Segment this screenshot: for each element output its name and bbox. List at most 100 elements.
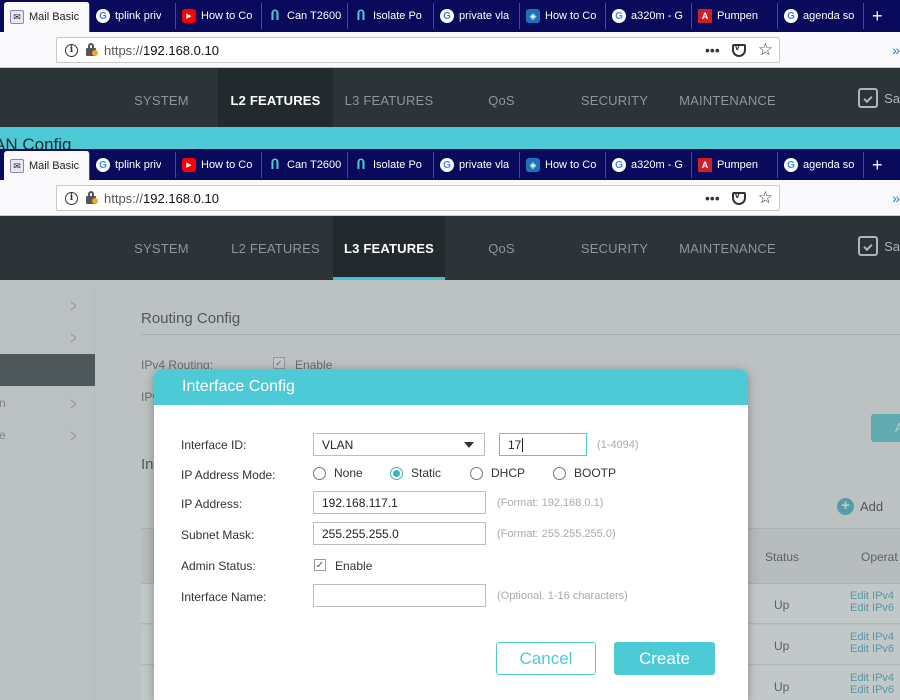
url-text: https://192.168.0.10 xyxy=(104,190,219,206)
star-icon[interactable]: ☆ xyxy=(758,188,773,208)
new-tab-icon[interactable]: + xyxy=(872,155,883,176)
more-actions-icon[interactable]: ••• xyxy=(705,42,720,58)
browser-tab[interactable]: Gagenda so xyxy=(778,3,864,29)
interface-name-input[interactable] xyxy=(313,584,486,607)
browser-tab[interactable]: Ⴖ Isolate Po xyxy=(348,3,434,29)
app-top-menu: SYSTEM L2 FEATURES L3 FEATURES QoS SECUR… xyxy=(0,216,900,280)
browser-nav-bar: i https://192.168.0.10 ••• ☆ » xyxy=(0,32,900,68)
menu-l2-features[interactable]: L2 FEATURES xyxy=(218,216,333,280)
cancel-button[interactable]: Cancel xyxy=(496,642,596,675)
dropdown-arrow-icon xyxy=(464,442,474,448)
a-icon: A xyxy=(698,9,712,23)
interface-id-label: Interface ID: xyxy=(181,438,247,452)
browser-tab[interactable]: Ga320m - G xyxy=(606,152,692,178)
subnet-mask-input[interactable]: 255.255.255.0 xyxy=(313,522,486,545)
ip-mode-dhcp[interactable]: DHCP xyxy=(470,466,553,480)
ip-mode-static[interactable]: Static xyxy=(390,466,470,480)
menu-security[interactable]: SECURITY xyxy=(558,68,671,132)
menu-qos[interactable]: QoS xyxy=(445,216,558,280)
pocket-icon[interactable] xyxy=(731,42,746,57)
menu-qos[interactable]: QoS xyxy=(445,68,558,132)
overflow-arrow-icon[interactable]: » xyxy=(892,190,900,206)
browser-tab[interactable]: Ⴖ Can T2600 xyxy=(262,152,348,178)
google-icon: G xyxy=(612,158,626,172)
interface-id-hint: (1-4094) xyxy=(597,439,639,451)
interface-id-input[interactable]: 17 xyxy=(499,433,587,456)
menu-l3-features[interactable]: L3 FEATURES xyxy=(333,216,445,280)
ip-mode-radio-group: None Static DHCP BOOTP xyxy=(313,466,616,480)
radio-dhcp[interactable] xyxy=(470,466,483,480)
menu-security[interactable]: SECURITY xyxy=(558,216,671,280)
menu-system[interactable]: SYSTEM xyxy=(105,68,218,132)
browser-tab[interactable]: Gtplink priv xyxy=(90,152,176,178)
interface-name-label: Interface Name: xyxy=(181,590,267,604)
google-icon: G xyxy=(96,158,110,172)
radio-bootp[interactable] xyxy=(553,466,566,480)
browser-tab[interactable]: ▶ How to Co xyxy=(176,152,262,178)
browser-tab[interactable]: ◈ How to Co xyxy=(520,152,606,178)
new-tab-icon[interactable]: + xyxy=(872,6,883,27)
browser-tab[interactable]: A Pumpen xyxy=(692,152,778,178)
interface-type-select[interactable]: VLAN xyxy=(313,433,485,456)
menu-l2-features[interactable]: L2 FEATURES xyxy=(218,68,333,132)
browser-tab[interactable]: ▶ How to Co xyxy=(176,3,262,29)
youtube-icon: ▶ xyxy=(182,9,196,23)
google-icon: G xyxy=(96,9,110,23)
url-bar[interactable]: i https://192.168.0.10 ••• ☆ xyxy=(56,37,780,63)
save-button[interactable]: Sa xyxy=(858,236,900,256)
ip-mode-none[interactable]: None xyxy=(313,466,390,480)
ip-address-label: IP Address: xyxy=(181,497,243,511)
radio-static[interactable] xyxy=(390,466,403,480)
shield-icon: ◈ xyxy=(526,9,540,23)
save-button[interactable]: Sa xyxy=(858,88,900,108)
browser-tab[interactable]: ◈ How to Co xyxy=(520,3,606,29)
lock-warning-icon[interactable] xyxy=(84,191,98,205)
admin-status-label: Admin Status: xyxy=(181,559,256,573)
menu-system[interactable]: SYSTEM xyxy=(105,216,218,280)
mail-icon: ✉ xyxy=(10,159,24,173)
info-icon[interactable]: i xyxy=(65,43,78,57)
google-icon: G xyxy=(440,9,454,23)
browser-tab[interactable]: ✉ Mail Basic xyxy=(4,2,90,32)
browser-nav-bar: i https://192.168.0.10 ••• ☆ » xyxy=(0,180,900,216)
pocket-icon[interactable] xyxy=(731,190,746,205)
google-icon: G xyxy=(784,9,798,23)
dialog-title: Interface Config xyxy=(154,369,748,405)
interface-config-dialog: Interface Config Interface ID: VLAN 17 (… xyxy=(154,369,748,700)
url-bar[interactable]: i https://192.168.0.10 ••• ☆ xyxy=(56,185,780,211)
youtube-icon: ▶ xyxy=(182,158,196,172)
browser-tab[interactable]: Gprivate vla xyxy=(434,3,520,29)
browser-tab-strip: ✉ Mail Basic Gtplink priv ▶ How to Co Ⴖ Can… xyxy=(0,0,900,32)
overflow-arrow-icon[interactable]: » xyxy=(892,42,900,58)
ip-address-hint: (Format: 192.168.0.1) xyxy=(497,497,604,509)
admin-enable-label: Enable xyxy=(335,559,373,573)
ip-address-input[interactable]: 192.168.117.1 xyxy=(313,491,486,514)
star-icon[interactable]: ☆ xyxy=(758,40,773,60)
ip-mode-bootp[interactable]: BOOTP xyxy=(553,466,616,480)
browser-tab[interactable]: Gtplink priv xyxy=(90,3,176,29)
url-text: https://192.168.0.10 xyxy=(104,42,219,58)
create-button[interactable]: Create xyxy=(614,642,715,675)
browser-tab[interactable]: Ga320m - G xyxy=(606,3,692,29)
lock-warning-icon[interactable] xyxy=(84,43,98,57)
browser-tab[interactable]: Ⴖ Isolate Po xyxy=(348,152,434,178)
browser-tab[interactable]: Gagenda so xyxy=(778,152,864,178)
browser-tab[interactable]: A Pumpen xyxy=(692,3,778,29)
a-icon: A xyxy=(698,158,712,172)
google-icon: G xyxy=(440,158,454,172)
browser-tab-strip: ✉ Mail Basic Gtplink priv ▶ How to Co Ⴖ Can… xyxy=(0,149,900,181)
browser-tab[interactable]: Gprivate vla xyxy=(434,152,520,178)
menu-maintenance[interactable]: MAINTENANCE xyxy=(671,216,784,280)
google-icon: G xyxy=(784,158,798,172)
browser-tab[interactable]: Ⴖ Can T2600 xyxy=(262,3,348,29)
menu-l3-features[interactable]: L3 FEATURES xyxy=(333,68,445,132)
info-icon[interactable]: i xyxy=(65,191,78,205)
radio-none[interactable] xyxy=(313,466,326,480)
shield-icon: ◈ xyxy=(526,158,540,172)
save-icon xyxy=(858,236,879,256)
browser-tab[interactable]: ✉ Mail Basic xyxy=(4,151,90,181)
menu-maintenance[interactable]: MAINTENANCE xyxy=(671,68,784,132)
more-actions-icon[interactable]: ••• xyxy=(705,190,720,206)
tplink-icon: Ⴖ xyxy=(356,8,366,23)
admin-status-checkbox[interactable]: ✓ xyxy=(314,559,326,571)
